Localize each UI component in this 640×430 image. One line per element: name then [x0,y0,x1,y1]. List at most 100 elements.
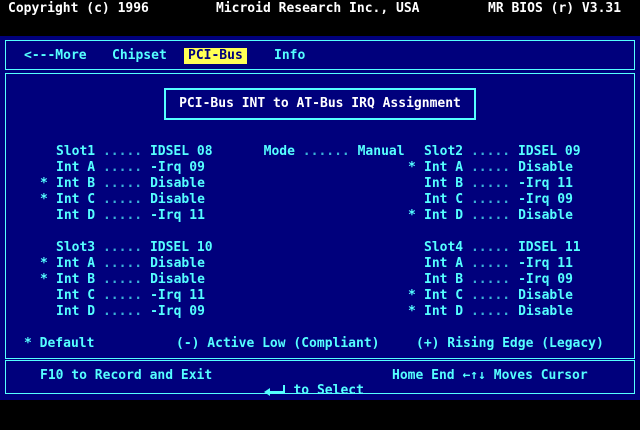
int-row[interactable]: Int C ..... -Irq 09 [408,192,573,208]
vendor-text: Microid Research Inc., USA [216,1,420,16]
int-dots: ..... [470,208,511,223]
int-dots: ..... [102,208,143,223]
footer-f10-hint: F10 to Record and Exit [40,368,213,383]
menu-bar [5,40,635,70]
slot-idsel: IDSEL 11 [517,240,581,255]
menu-chipset[interactable]: Chipset [112,48,167,64]
footer-cursor-hint: Home End ←↑↓ Moves Cursor [392,368,588,383]
slot-header: Slot3 ..... IDSEL 10 [56,240,213,256]
irq-value[interactable]: Disable [150,272,205,287]
slot-idsel: IDSEL 09 [517,144,581,159]
int-row[interactable]: * Int C ..... Disable [40,192,205,208]
int-row[interactable]: Int A ..... -Irq 11 [408,256,573,272]
int-row[interactable]: Int D ..... -Irq 11 [40,208,205,224]
int-label: Int B [56,176,96,191]
int-row[interactable]: * Int B ..... Disable [40,272,205,288]
int-label: Int D [56,304,96,319]
int-dots: ..... [470,160,511,175]
footer-cursor-suffix: Moves Cursor [493,368,588,383]
int-row[interactable]: * Int C ..... Disable [408,288,573,304]
int-row[interactable]: * Int A ..... Disable [40,256,205,272]
int-dots: ..... [470,176,511,191]
int-dots: ..... [470,256,511,271]
int-dots: ..... [102,192,143,207]
slot-header: Slot2 ..... IDSEL 09 [424,144,581,160]
mode-row[interactable]: Mode ...... Manual [248,128,405,159]
int-row[interactable]: Int A ..... -Irq 09 [40,160,205,176]
int-row[interactable]: Int B ..... -Irq 11 [408,176,573,192]
menu-info[interactable]: Info [274,48,305,64]
int-dots: ..... [470,272,511,287]
copyright-text: Copyright (c) 1996 [8,1,149,16]
slot-dots: ..... [470,240,511,255]
mode-value[interactable]: Manual [358,144,405,159]
default-marker: * [408,288,416,303]
irq-value[interactable]: Disable [518,208,573,223]
irq-value[interactable]: -Irq 11 [518,176,573,191]
legend-default: * Default [24,336,95,351]
section-title: PCI-Bus INT to AT-Bus IRQ Assignment [164,88,476,120]
int-row[interactable]: * Int D ..... Disable [408,304,573,320]
arrow-keys-icon: ←↑↓ [462,368,486,383]
irq-value[interactable]: -Irq 09 [518,192,573,207]
default-marker: * [408,208,416,223]
int-row[interactable]: Int D ..... -Irq 09 [40,304,205,320]
irq-value[interactable]: Disable [518,288,573,303]
int-label: Int B [56,272,96,287]
int-label: Int B [424,176,464,191]
int-label: Int D [56,208,96,223]
slot-header: Slot4 ..... IDSEL 11 [424,240,581,256]
slot-label: Slot3 [56,240,96,255]
irq-value[interactable]: -Irq 11 [150,288,205,303]
int-label: Int A [56,160,96,175]
int-label: Int D [424,304,464,319]
irq-value[interactable]: Disable [150,176,205,191]
irq-value[interactable]: -Irq 11 [518,256,573,271]
bios-version-text: MR BIOS (r) V3.31 [488,1,622,16]
slot-label: Slot4 [424,240,464,255]
int-label: Int C [56,288,96,303]
int-dots: ..... [102,304,143,319]
int-label: Int C [424,288,464,303]
irq-value[interactable]: Disable [518,304,573,319]
slot-label: Slot1 [56,144,96,159]
irq-value[interactable]: Disable [518,160,573,175]
int-dots: ..... [102,256,143,271]
irq-value[interactable]: -Irq 09 [150,160,205,175]
int-label: Int C [424,192,464,207]
default-marker: * [408,160,416,175]
int-row[interactable]: Int C ..... -Irq 11 [40,288,205,304]
slot-label: Slot2 [424,144,464,159]
slot-idsel: IDSEL 10 [149,240,213,255]
irq-value[interactable]: -Irq 09 [518,272,573,287]
footer-cursor-prefix: Home End [392,368,455,383]
legend-active-low: (-) Active Low (Compliant) [176,336,380,351]
default-marker: * [40,272,48,287]
default-marker: * [40,176,48,191]
slot-idsel: IDSEL 08 [149,144,213,159]
irq-value[interactable]: Disable [150,192,205,207]
int-label: Int D [424,208,464,223]
int-row[interactable]: * Int B ..... Disable [40,176,205,192]
int-row[interactable]: * Int A ..... Disable [408,160,573,176]
slot-dots: ..... [470,144,511,159]
top-status-bar: Copyright (c) 1996 Microid Research Inc.… [0,0,640,18]
int-row[interactable]: * Int D ..... Disable [408,208,573,224]
slot-dots: ..... [102,240,143,255]
irq-value[interactable]: -Irq 09 [150,304,205,319]
footer-select-label: to Select [293,383,364,398]
int-label: Int B [424,272,464,287]
int-dots: ..... [470,304,511,319]
menu-more[interactable]: <---More [24,48,87,64]
irq-value[interactable]: Disable [150,256,205,271]
int-label: Int A [424,160,464,175]
menu-pci-bus[interactable]: PCI-Bus [184,48,247,64]
irq-value[interactable]: -Irq 11 [150,208,205,223]
default-marker: * [408,304,416,319]
enter-key-icon [263,384,286,397]
int-row[interactable]: Int B ..... -Irq 09 [408,272,573,288]
legend-rising-edge: (+) Rising Edge (Legacy) [416,336,604,351]
footer-select-hint: to Select [248,368,364,398]
int-label: Int A [424,256,464,271]
mode-label: Mode [263,144,295,159]
